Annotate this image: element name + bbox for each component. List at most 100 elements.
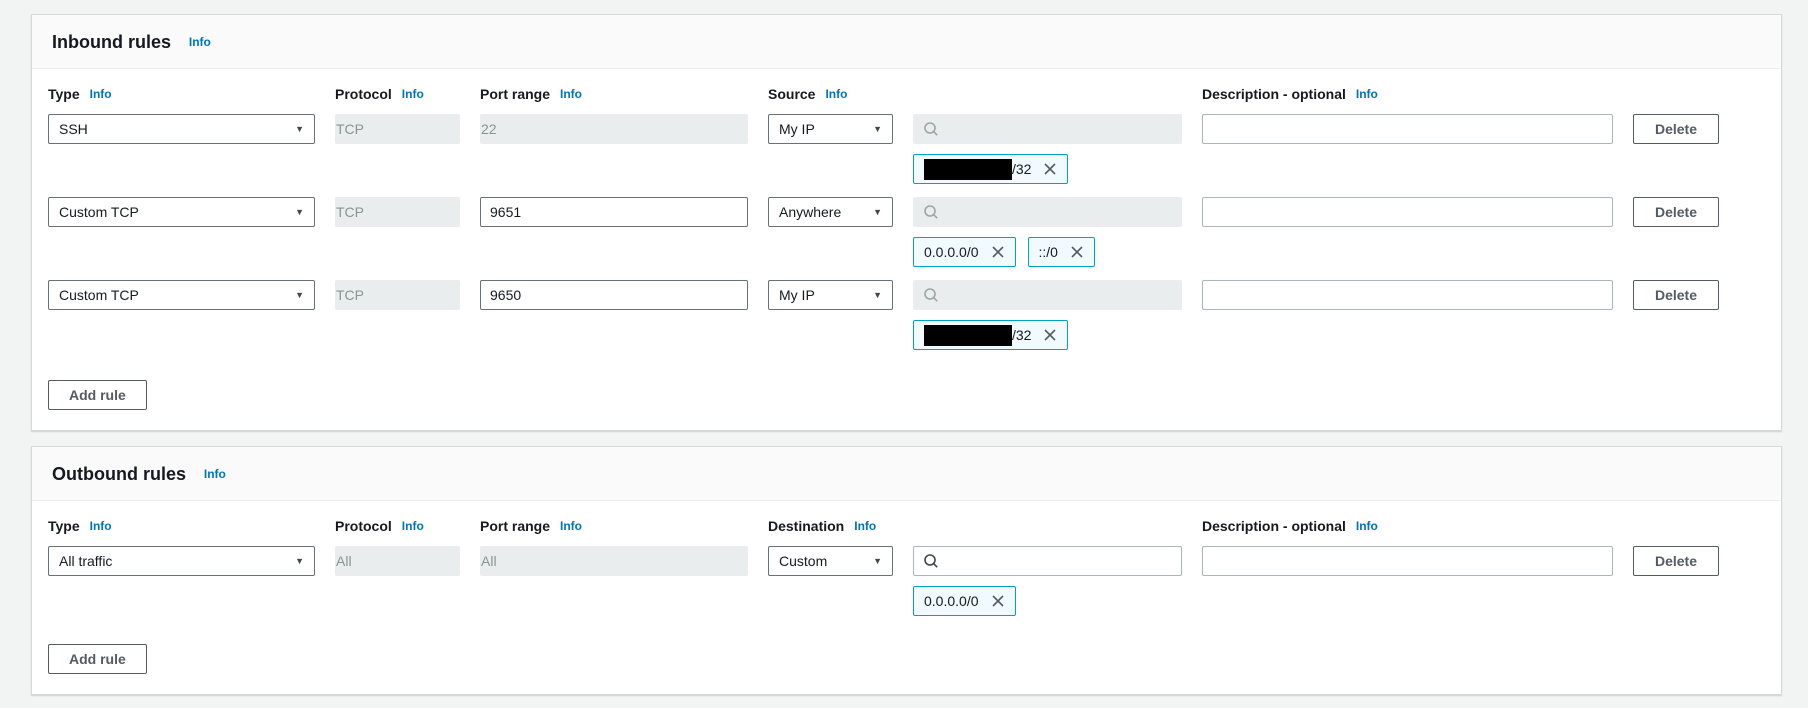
port-range-info-link[interactable]: Info xyxy=(560,87,582,101)
port-range-info-link[interactable]: Info xyxy=(560,519,582,533)
description-input[interactable] xyxy=(1202,197,1613,227)
remove-token-icon[interactable] xyxy=(991,245,1005,259)
destination-tokens-row: 0.0.0.0/0 xyxy=(913,586,1765,616)
outbound-rules-body: TypeInfo ProtocolInfo Port rangeInfo Des… xyxy=(32,501,1781,694)
chevron-down-icon: ▼ xyxy=(873,290,882,300)
chevron-down-icon: ▼ xyxy=(295,207,304,217)
cidr-token: 0.0.0.0/0 xyxy=(913,586,1016,616)
column-label-source: SourceInfo xyxy=(768,86,1182,102)
source-select[interactable]: My IP ▼ xyxy=(768,280,893,310)
outbound-column-labels: TypeInfo ProtocolInfo Port rangeInfo Des… xyxy=(48,518,1765,534)
destination-info-link[interactable]: Info xyxy=(854,519,876,533)
remove-token-icon[interactable] xyxy=(1043,162,1057,176)
protocol-field xyxy=(335,197,460,227)
chevron-down-icon: ▼ xyxy=(295,290,304,300)
source-tokens-row: 0.0.0.0/0 ::/0 xyxy=(913,237,1765,267)
inbound-rule-row: Custom TCP ▼ Anywhere ▼ xyxy=(48,197,1765,267)
type-select[interactable]: SSH ▼ xyxy=(48,114,315,144)
source-search-input xyxy=(947,121,1172,137)
page: Inbound rules Info TypeInfo ProtocolInfo… xyxy=(0,0,1808,695)
protocol-info-link[interactable]: Info xyxy=(402,87,424,101)
delete-rule-button[interactable]: Delete xyxy=(1633,197,1719,227)
cidr-token: 0.0.0.0/0 xyxy=(913,237,1016,267)
source-search-input xyxy=(947,204,1172,220)
type-info-link[interactable]: Info xyxy=(90,519,112,533)
column-label-protocol: ProtocolInfo xyxy=(335,518,460,534)
description-info-link[interactable]: Info xyxy=(1356,519,1378,533)
type-select[interactable]: All traffic ▼ xyxy=(48,546,315,576)
inbound-rules-title: Inbound rules xyxy=(52,32,171,53)
chevron-down-icon: ▼ xyxy=(873,556,882,566)
outbound-rule-row: All traffic ▼ Custom ▼ xyxy=(48,546,1765,616)
column-label-description: Description - optionalInfo xyxy=(1202,518,1613,534)
protocol-field xyxy=(335,114,460,144)
port-range-field xyxy=(480,114,748,144)
source-tokens-row: /32 xyxy=(913,320,1765,350)
source-select[interactable]: Anywhere ▼ xyxy=(768,197,893,227)
cidr-token: /32 xyxy=(913,320,1068,350)
redacted-ip xyxy=(924,325,1012,346)
column-label-type: TypeInfo xyxy=(48,86,315,102)
port-range-input[interactable] xyxy=(480,197,748,227)
source-cell: Anywhere ▼ xyxy=(768,197,1182,227)
remove-token-icon[interactable] xyxy=(1043,328,1057,342)
delete-rule-button[interactable]: Delete xyxy=(1633,546,1719,576)
inbound-rule-row: SSH ▼ My IP ▼ xyxy=(48,114,1765,184)
description-input[interactable] xyxy=(1202,280,1613,310)
inbound-column-labels: TypeInfo ProtocolInfo Port rangeInfo Sou… xyxy=(48,86,1765,102)
description-input[interactable] xyxy=(1202,546,1613,576)
destination-cell: Custom ▼ xyxy=(768,546,1182,576)
source-search-input xyxy=(947,287,1172,303)
column-label-type: TypeInfo xyxy=(48,518,315,534)
remove-token-icon[interactable] xyxy=(991,594,1005,608)
column-label-port-range: Port rangeInfo xyxy=(480,86,748,102)
description-input[interactable] xyxy=(1202,114,1613,144)
protocol-field xyxy=(335,546,460,576)
type-info-link[interactable]: Info xyxy=(90,87,112,101)
protocol-info-link[interactable]: Info xyxy=(402,519,424,533)
port-range-input[interactable] xyxy=(480,280,748,310)
inbound-rule-row: Custom TCP ▼ My IP ▼ xyxy=(48,280,1765,350)
destination-search-box[interactable] xyxy=(913,546,1182,576)
port-range-field xyxy=(480,546,748,576)
source-cell: My IP ▼ xyxy=(768,280,1182,310)
cidr-token: /32 xyxy=(913,154,1068,184)
inbound-rules-info-link[interactable]: Info xyxy=(189,35,211,49)
destination-select[interactable]: Custom ▼ xyxy=(768,546,893,576)
chevron-down-icon: ▼ xyxy=(295,556,304,566)
add-rule-button[interactable]: Add rule xyxy=(48,644,147,674)
column-label-description: Description - optionalInfo xyxy=(1202,86,1613,102)
source-search-box xyxy=(913,280,1182,310)
redacted-ip xyxy=(924,159,1012,180)
inbound-rules-card: Inbound rules Info TypeInfo ProtocolInfo… xyxy=(31,14,1782,431)
source-info-link[interactable]: Info xyxy=(825,87,847,101)
chevron-down-icon: ▼ xyxy=(873,207,882,217)
inbound-rules-body: TypeInfo ProtocolInfo Port rangeInfo Sou… xyxy=(32,69,1781,430)
source-search-box xyxy=(913,114,1182,144)
cidr-token: ::/0 xyxy=(1028,237,1095,267)
search-icon xyxy=(923,553,939,569)
source-cell: My IP ▼ xyxy=(768,114,1182,144)
column-label-destination: DestinationInfo xyxy=(768,518,1182,534)
type-select[interactable]: Custom TCP ▼ xyxy=(48,197,315,227)
source-select[interactable]: My IP ▼ xyxy=(768,114,893,144)
inbound-rules-header: Inbound rules Info xyxy=(32,15,1781,69)
outbound-rules-header: Outbound rules Info xyxy=(32,447,1781,501)
delete-rule-button[interactable]: Delete xyxy=(1633,114,1719,144)
description-info-link[interactable]: Info xyxy=(1356,87,1378,101)
outbound-rules-title: Outbound rules xyxy=(52,464,186,485)
chevron-down-icon: ▼ xyxy=(873,124,882,134)
column-label-port-range: Port rangeInfo xyxy=(480,518,748,534)
source-search-box xyxy=(913,197,1182,227)
outbound-rules-info-link[interactable]: Info xyxy=(204,467,226,481)
search-icon xyxy=(923,121,939,137)
search-icon xyxy=(923,204,939,220)
delete-rule-button[interactable]: Delete xyxy=(1633,280,1719,310)
search-icon xyxy=(923,287,939,303)
destination-search-input[interactable] xyxy=(947,553,1172,569)
chevron-down-icon: ▼ xyxy=(295,124,304,134)
type-select[interactable]: Custom TCP ▼ xyxy=(48,280,315,310)
outbound-rules-card: Outbound rules Info TypeInfo ProtocolInf… xyxy=(31,446,1782,695)
remove-token-icon[interactable] xyxy=(1070,245,1084,259)
add-rule-button[interactable]: Add rule xyxy=(48,380,147,410)
